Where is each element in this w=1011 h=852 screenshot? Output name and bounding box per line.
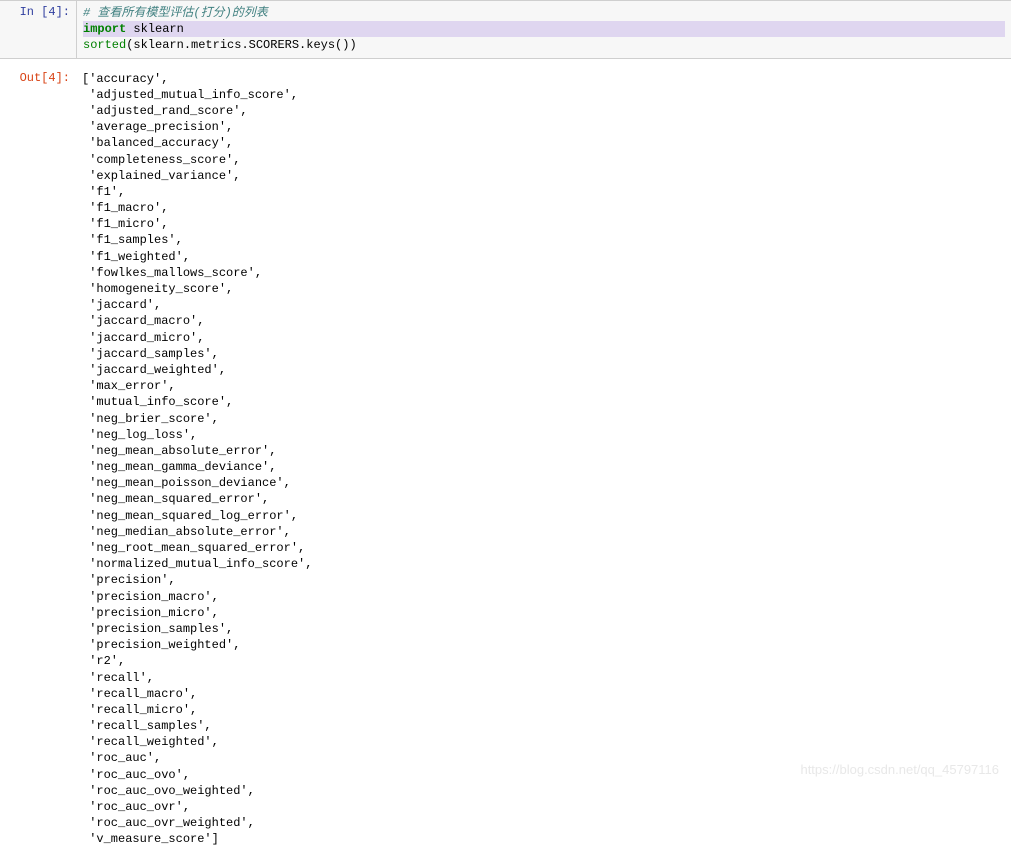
output-cell: Out[4]: ['accuracy', 'adjusted_mutual_in…: [0, 67, 1011, 852]
out-prompt: Out[4]:: [0, 67, 76, 89]
code-comment: # 查看所有模型评估(打分)的列表: [83, 6, 268, 20]
import-keyword: import: [83, 22, 126, 36]
output-text: ['accuracy', 'adjusted_mutual_info_score…: [76, 67, 1011, 852]
code-input[interactable]: # 查看所有模型评估(打分)的列表 import sklearnsorted(s…: [76, 1, 1011, 58]
in-prompt: In [4]:: [0, 1, 76, 23]
sorted-builtin: sorted: [83, 38, 126, 52]
input-cell: In [4]: # 查看所有模型评估(打分)的列表 import sklearn…: [0, 0, 1011, 59]
code-rest: (sklearn.metrics.SCORERS.keys()): [126, 38, 356, 52]
module-name: sklearn: [126, 22, 184, 36]
